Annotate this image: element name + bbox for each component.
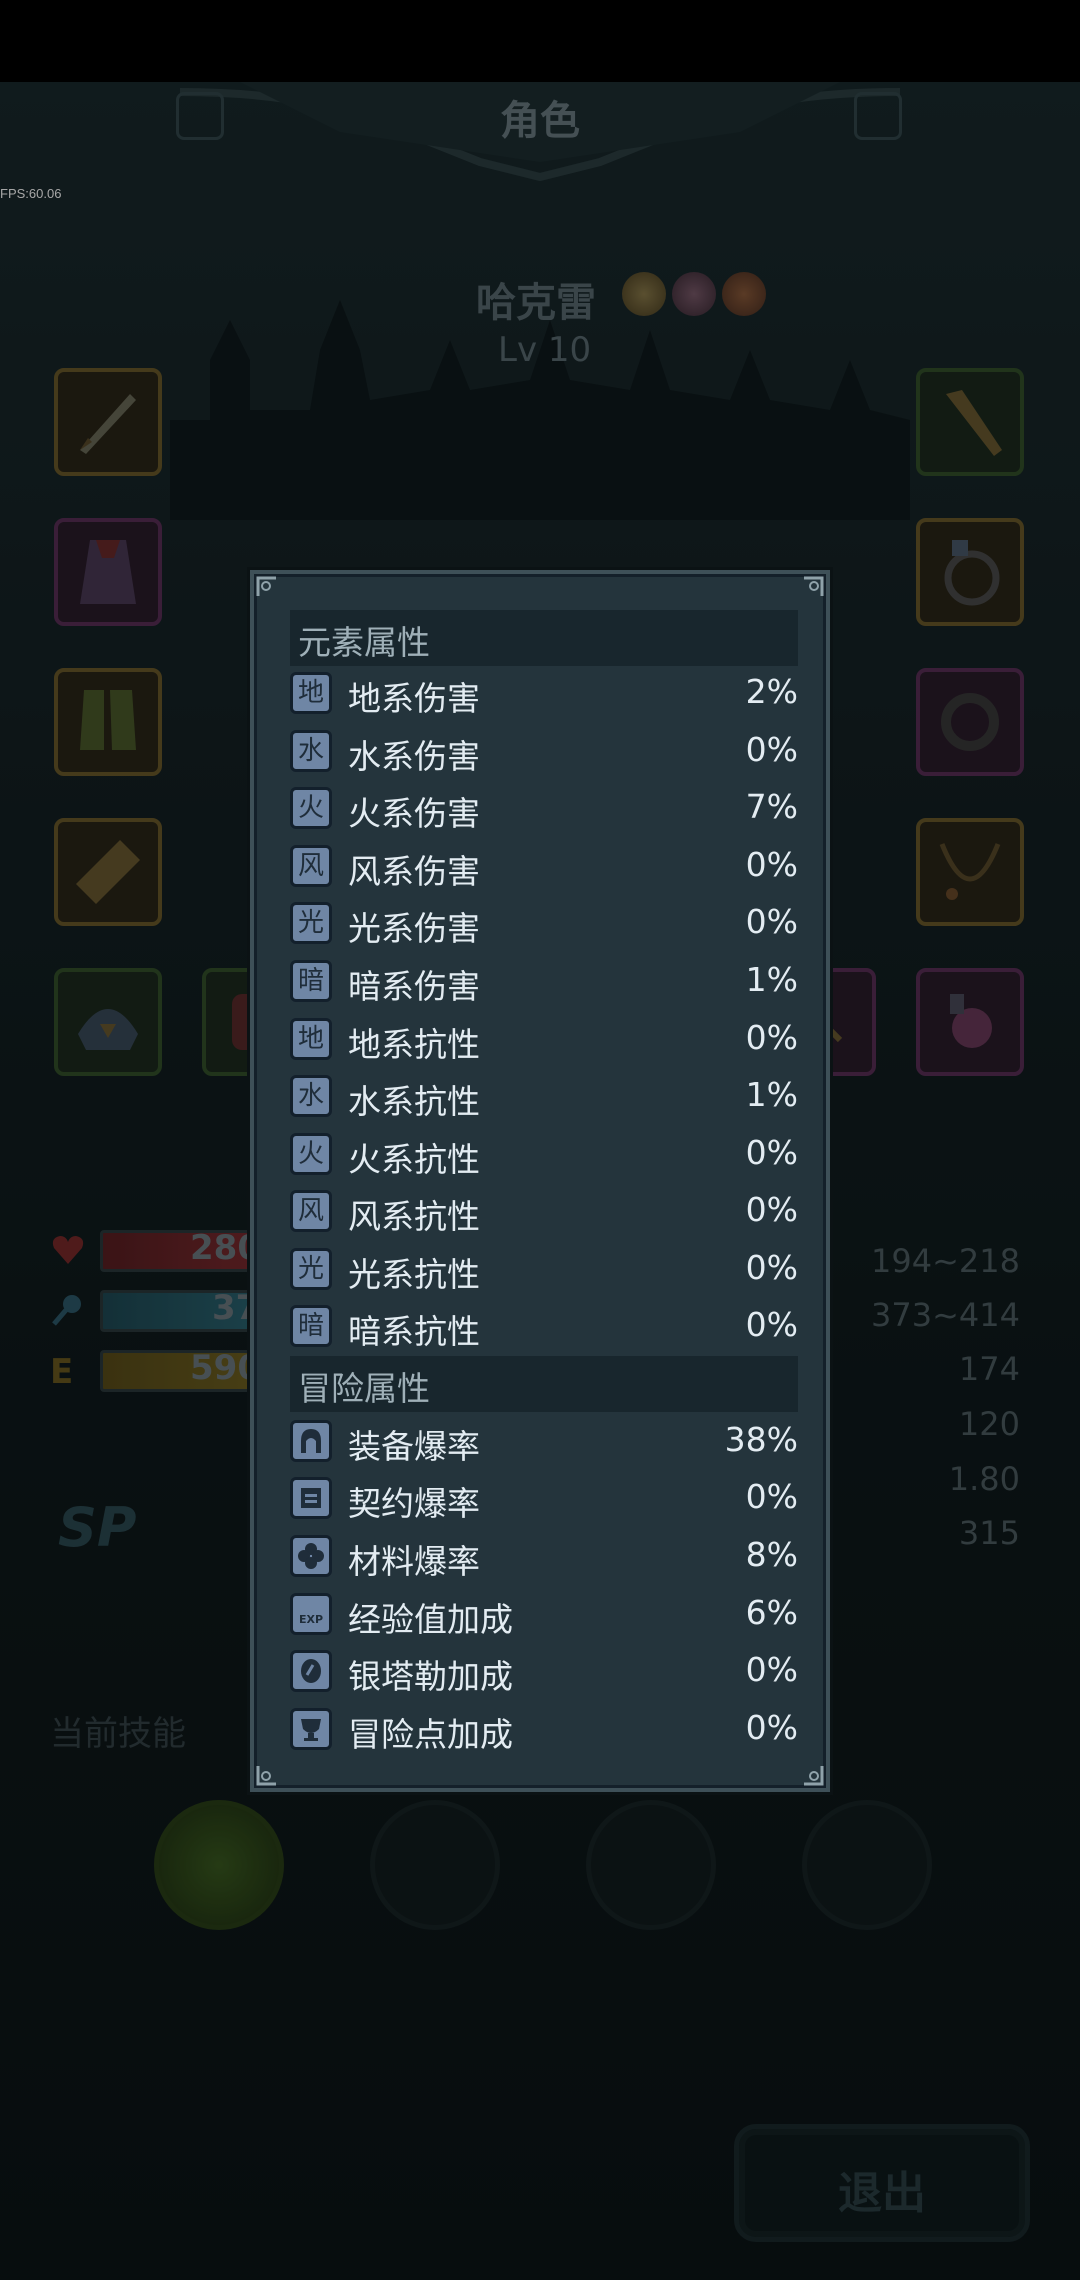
attr-value: 0% xyxy=(745,730,798,769)
attr-value: 1% xyxy=(745,1075,798,1114)
dark-element-icon: 暗 xyxy=(290,960,332,1002)
water-element-icon: 水 xyxy=(290,730,332,772)
attr-row: 光光系伤害 0% xyxy=(290,896,798,952)
clover-icon xyxy=(290,1535,332,1577)
attr-row: 地地系抗性 0% xyxy=(290,1012,798,1068)
attr-value: 0% xyxy=(745,902,798,941)
attr-row: 风风系抗性 0% xyxy=(290,1184,798,1240)
attr-row: 水水系伤害 0% xyxy=(290,724,798,780)
helmet-icon xyxy=(290,1420,332,1462)
attr-value: 0% xyxy=(745,1133,798,1172)
attr-value: 8% xyxy=(745,1535,798,1574)
attr-row: 暗暗系伤害 1% xyxy=(290,954,798,1010)
attr-label: 光系伤害 xyxy=(348,909,480,948)
water-element-icon: 水 xyxy=(290,1075,332,1117)
attr-row: 冒险点加成 0% xyxy=(290,1702,798,1758)
attr-label: 冒险点加成 xyxy=(348,1715,513,1754)
attr-row: 暗暗系抗性 0% xyxy=(290,1299,798,1355)
attr-row: 光光系抗性 0% xyxy=(290,1242,798,1298)
attr-value: 0% xyxy=(745,1248,798,1287)
attr-label: 光系抗性 xyxy=(348,1255,480,1294)
fire-element-icon: 火 xyxy=(290,787,332,829)
dark-element-icon: 暗 xyxy=(290,1305,332,1347)
attr-value: 0% xyxy=(745,1190,798,1229)
earth-element-icon: 地 xyxy=(290,1018,332,1060)
fire-element-icon: 火 xyxy=(290,1133,332,1175)
panel-corner xyxy=(256,1766,276,1786)
attr-row: 水水系抗性 1% xyxy=(290,1069,798,1125)
attr-label: 地系抗性 xyxy=(348,1025,480,1064)
attr-value: 0% xyxy=(745,845,798,884)
attr-label: 火系伤害 xyxy=(348,794,480,833)
attr-value: 6% xyxy=(745,1593,798,1632)
coin-icon xyxy=(290,1650,332,1692)
panel-corner xyxy=(804,1766,824,1786)
attr-label: 水系伤害 xyxy=(348,737,480,776)
attr-value: 0% xyxy=(745,1650,798,1689)
attr-label: 风系伤害 xyxy=(348,852,480,891)
attr-label: 暗系抗性 xyxy=(348,1312,480,1351)
attr-label: 火系抗性 xyxy=(348,1140,480,1179)
scroll-icon xyxy=(290,1477,332,1519)
attr-row: 火火系抗性 0% xyxy=(290,1127,798,1183)
light-element-icon: 光 xyxy=(290,902,332,944)
attr-row: 银塔勒加成 0% xyxy=(290,1644,798,1700)
attr-value: 7% xyxy=(745,787,798,826)
exp-icon: EXP xyxy=(290,1593,332,1635)
elemental-section-title: 元素属性 xyxy=(298,623,430,662)
attr-row: 地地系伤害 2% xyxy=(290,666,798,722)
adventure-section-title: 冒险属性 xyxy=(298,1369,430,1408)
attr-label: 装备爆率 xyxy=(348,1427,480,1466)
attr-label: 水系抗性 xyxy=(348,1082,480,1121)
panel-corner xyxy=(804,576,824,596)
attr-value: 38% xyxy=(724,1420,798,1459)
attributes-panel: 元素属性 地地系伤害 2% 水水系伤害 0% 火火系伤害 7% 风风系伤害 0% 光光系… xyxy=(250,570,830,1792)
attr-row: 风风系伤害 0% xyxy=(290,839,798,895)
wind-element-icon: 风 xyxy=(290,845,332,887)
attr-label: 风系抗性 xyxy=(348,1197,480,1236)
attr-label: 银塔勒加成 xyxy=(348,1657,513,1696)
attr-row: 材料爆率 8% xyxy=(290,1529,798,1585)
attr-row: 火火系伤害 7% xyxy=(290,781,798,837)
wind-element-icon: 风 xyxy=(290,1190,332,1232)
exp-icon-text: EXP xyxy=(298,1613,324,1626)
light-element-icon: 光 xyxy=(290,1248,332,1290)
attr-label: 地系伤害 xyxy=(348,679,480,718)
trophy-icon xyxy=(290,1708,332,1750)
attr-value: 2% xyxy=(745,672,798,711)
elemental-section-header: 元素属性 xyxy=(290,610,798,666)
attr-row: 契约爆率 0% xyxy=(290,1471,798,1527)
attr-value: 0% xyxy=(745,1477,798,1516)
attr-label: 契约爆率 xyxy=(348,1484,480,1523)
adventure-section-header: 冒险属性 xyxy=(290,1356,798,1412)
attr-value: 1% xyxy=(745,960,798,999)
earth-element-icon: 地 xyxy=(290,672,332,714)
attr-label: 材料爆率 xyxy=(348,1542,480,1581)
attr-value: 0% xyxy=(745,1708,798,1747)
attr-label: 暗系伤害 xyxy=(348,967,480,1006)
attr-value: 0% xyxy=(745,1018,798,1057)
attr-row: EXP 经验值加成 6% xyxy=(290,1587,798,1643)
attr-label: 经验值加成 xyxy=(348,1600,513,1639)
attr-value: 0% xyxy=(745,1305,798,1344)
attr-row: 装备爆率 38% xyxy=(290,1414,798,1470)
panel-corner xyxy=(256,576,276,596)
